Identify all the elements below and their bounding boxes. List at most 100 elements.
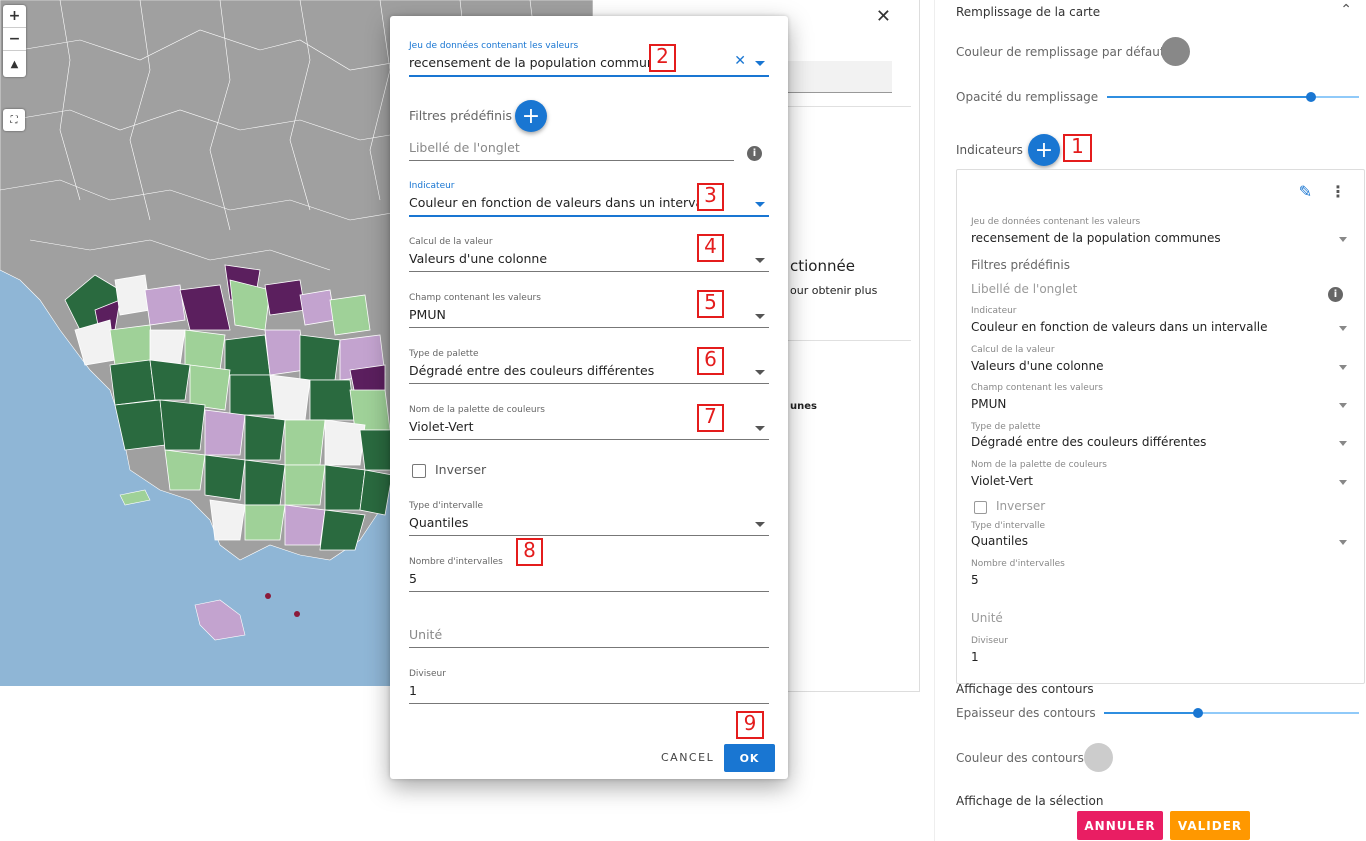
add-indicator-button[interactable]: + [1028, 134, 1060, 166]
interval-count-input[interactable]: Nombre d'intervalles 5 [409, 557, 769, 593]
annuler-button[interactable]: ANNULER [1077, 811, 1163, 840]
divisor-value: 1 [409, 683, 417, 698]
interval-count-label: Nombre d'intervalles [409, 557, 503, 567]
card-palette-type-label: Type de palette [971, 422, 1041, 432]
chevron-up-icon[interactable]: ⌃ [1340, 2, 1352, 18]
chevron-down-icon [1339, 326, 1347, 331]
input-underline [409, 160, 734, 161]
chevron-down-icon [1339, 403, 1347, 408]
card-divisor-value: 1 [971, 650, 979, 664]
palette-type-label: Type de palette [409, 349, 479, 359]
interval-type-label: Type d'intervalle [409, 501, 484, 511]
dataset-value: recensement de la population communes [409, 55, 670, 70]
edit-icon[interactable]: ✎ [1299, 182, 1312, 201]
annotation-marker-5: 5 [697, 290, 724, 318]
chevron-down-icon [755, 370, 765, 375]
middle-text-field[interactable] [788, 61, 892, 93]
input-underline [409, 703, 769, 704]
card-indicator-value: Couleur en fonction de valeurs dans un i… [971, 320, 1268, 334]
fullscreen-button[interactable]: ⛶ [3, 109, 25, 131]
input-underline [409, 535, 769, 536]
right-settings-panel: Remplissage de la carte ⌃ Couleur de rem… [934, 0, 1366, 841]
card-interval-count-label: Nombre d'intervalles [971, 559, 1065, 569]
annotation-marker-9: 9 [736, 711, 764, 739]
chevron-down-icon [1339, 480, 1347, 485]
card-field-value: PMUN [971, 397, 1007, 411]
info-icon: i [1328, 287, 1343, 302]
calc-value: Valeurs d'une colonne [409, 251, 548, 266]
card-filters-label: Filtres prédéfinis [971, 258, 1070, 272]
plus-icon: + [521, 103, 541, 129]
clear-icon[interactable]: ✕ [734, 53, 746, 69]
card-indicator-label: Indicateur [971, 306, 1017, 316]
chevron-down-icon [1339, 237, 1347, 242]
chevron-down-icon [1339, 365, 1347, 370]
card-field-label: Champ contenant les valeurs [971, 383, 1103, 393]
annotation-marker-7: 7 [697, 404, 724, 432]
dataset-select[interactable]: Jeu de données contenant les valeurs rec… [409, 41, 769, 77]
card-dataset-value: recensement de la population communes [971, 231, 1221, 245]
info-icon: i [747, 146, 762, 161]
chevron-down-icon [755, 426, 765, 431]
input-underline [409, 439, 769, 440]
add-filter-button[interactable]: + [515, 100, 547, 132]
annotation-marker-4: 4 [697, 234, 724, 262]
interval-type-select[interactable]: Type d'intervalle Quantiles [409, 501, 769, 537]
default-fill-color-swatch[interactable] [1161, 37, 1190, 66]
ok-button[interactable]: OK [724, 744, 775, 772]
zoom-out-button[interactable]: − [3, 28, 26, 51]
tab-label-input[interactable]: Libellé de l'onglet [409, 134, 734, 162]
contour-width-slider-fill [1104, 712, 1199, 714]
invert-checkbox[interactable] [412, 464, 426, 478]
card-calc-label: Calcul de la valeur [971, 345, 1055, 355]
close-icon[interactable]: ✕ [876, 6, 891, 27]
unit-input[interactable]: Unité [409, 621, 769, 649]
fill-opacity-slider-thumb[interactable] [1306, 92, 1317, 102]
more-vert-icon[interactable]: ⋮ [1330, 182, 1346, 201]
filters-label: Filtres prédéfinis [409, 108, 513, 123]
card-dataset-label: Jeu de données contenant les valeurs [971, 217, 1141, 227]
valider-button[interactable]: VALIDER [1170, 811, 1250, 840]
card-calc-value: Valeurs d'une colonne [971, 359, 1104, 373]
tab-label-placeholder: Libellé de l'onglet [409, 140, 520, 155]
reset-north-button[interactable]: ▲ [3, 51, 26, 77]
chevron-down-icon [755, 258, 765, 263]
card-interval-type-value: Quantiles [971, 534, 1029, 548]
card-interval-type-label: Type d'intervalle [971, 521, 1046, 531]
indicator-label: Indicateur [409, 181, 455, 191]
contour-width-label: Epaisseur des contours [956, 706, 1096, 720]
default-fill-color-label: Couleur de remplissage par défaut [956, 45, 1165, 59]
card-palette-type-value: Dégradé entre des couleurs différentes [971, 435, 1207, 449]
middle-heading: ctionnée [790, 257, 855, 275]
chevron-down-icon [755, 202, 765, 207]
zoom-in-button[interactable]: + [3, 5, 26, 28]
fill-opacity-label: Opacité du remplissage [956, 90, 1099, 104]
annotation-marker-2: 2 [649, 44, 676, 72]
interval-type-value: Quantiles [409, 515, 469, 530]
divisor-label: Diviseur [409, 669, 446, 679]
map-zoom-controls: + − ▲ [3, 5, 26, 77]
middle-text: our obtenir plus [790, 284, 878, 297]
fullscreen-icon: ⛶ [10, 114, 18, 126]
contour-color-swatch[interactable] [1084, 743, 1113, 772]
annotation-marker-1: 1 [1063, 134, 1092, 162]
indicator-dialog: Jeu de données contenant les valeurs rec… [390, 16, 788, 779]
chevron-down-icon [1339, 441, 1347, 446]
contours-section-title: Affichage des contours [956, 682, 1094, 696]
fill-opacity-slider-fill [1107, 96, 1312, 98]
indicator-card: ✎ ⋮ Jeu de données contenant les valeurs… [956, 169, 1365, 684]
card-invert-label: Inverser [996, 499, 1046, 513]
divisor-input[interactable]: Diviseur 1 [409, 669, 769, 705]
card-unit-placeholder: Unité [971, 611, 1003, 625]
cancel-button[interactable]: CANCEL [661, 751, 714, 764]
chevron-down-icon[interactable] [755, 61, 765, 66]
contour-width-slider-thumb[interactable] [1193, 708, 1204, 718]
card-interval-count-value: 5 [971, 573, 979, 587]
invert-label: Inverser [435, 462, 487, 477]
middle-list-item: unes [790, 401, 817, 412]
calc-label: Calcul de la valeur [409, 237, 493, 247]
card-palette-name-value: Violet-Vert [971, 474, 1033, 488]
field-value: PMUN [409, 307, 446, 322]
palette-name-label: Nom de la palette de couleurs [409, 405, 545, 415]
input-underline [409, 383, 769, 384]
